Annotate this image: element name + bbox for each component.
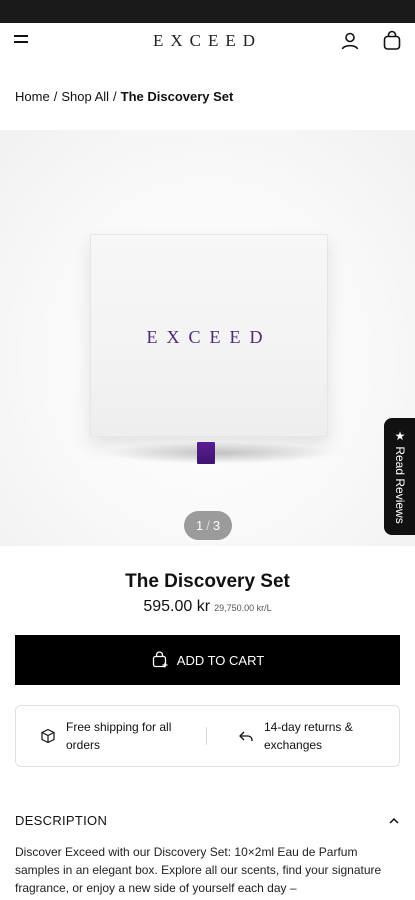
box-logo: EXCEED bbox=[146, 327, 272, 347]
pager-total: 3 bbox=[212, 518, 221, 533]
site-header: EXCEED bbox=[0, 23, 415, 61]
account-icon[interactable] bbox=[339, 30, 361, 52]
breadcrumb-current: The Discovery Set bbox=[120, 89, 234, 104]
usp-returns: 14-day returns & exchanges bbox=[238, 716, 378, 756]
product-image-box: EXCEED bbox=[90, 234, 328, 464]
usp-shipping-text: Free shipping for all orders bbox=[66, 720, 172, 752]
pager-current: 1 bbox=[195, 518, 204, 533]
add-to-cart-label: ADD TO CART bbox=[176, 652, 265, 668]
read-reviews-label: ★ Read Reviews bbox=[393, 429, 407, 524]
product-image-gallery[interactable]: EXCEED 1/3 bbox=[0, 130, 415, 546]
cart-bag-icon[interactable] bbox=[381, 30, 403, 52]
add-to-cart-icon bbox=[152, 651, 168, 668]
price-row: 595.00 kr 29,750.00 kr/L bbox=[0, 598, 415, 616]
product-title: The Discovery Set bbox=[125, 571, 290, 592]
description-heading: DESCRIPTION bbox=[15, 813, 108, 828]
status-bar bbox=[0, 0, 415, 23]
breadcrumb-shop-all-link[interactable]: Shop All bbox=[61, 89, 109, 104]
breadcrumb-home-link[interactable]: Home bbox=[15, 89, 50, 104]
box-icon bbox=[41, 728, 55, 744]
description-text: Discover Exceed with our Discovery Set: … bbox=[15, 845, 382, 895]
product-price: 595.00 kr bbox=[143, 598, 211, 615]
usp-free-shipping: Free shipping for all orders bbox=[40, 716, 180, 756]
read-reviews-tab[interactable]: ★ Read Reviews bbox=[384, 418, 415, 535]
usp-divider bbox=[206, 727, 207, 745]
add-to-cart-button[interactable]: ADD TO CART bbox=[15, 635, 400, 685]
breadcrumb: Home / Shop All / The Discovery Set bbox=[15, 89, 233, 104]
box-ribbon bbox=[197, 442, 215, 464]
pager-separator: / bbox=[206, 518, 210, 533]
chevron-up-icon bbox=[389, 817, 399, 824]
unit-price: 29,750.00 kr/L bbox=[214, 603, 272, 613]
usp-box: Free shipping for all orders 14-day retu… bbox=[15, 705, 400, 767]
gallery-pager: 1/3 bbox=[184, 511, 232, 540]
product-box-shadow bbox=[104, 442, 332, 464]
return-arrow-icon bbox=[239, 731, 253, 741]
breadcrumb-separator: / bbox=[113, 89, 117, 104]
breadcrumb-separator: / bbox=[53, 89, 58, 104]
usp-returns-text: 14-day returns & exchanges bbox=[264, 720, 353, 752]
description-accordion-header[interactable]: DESCRIPTION bbox=[15, 812, 400, 832]
